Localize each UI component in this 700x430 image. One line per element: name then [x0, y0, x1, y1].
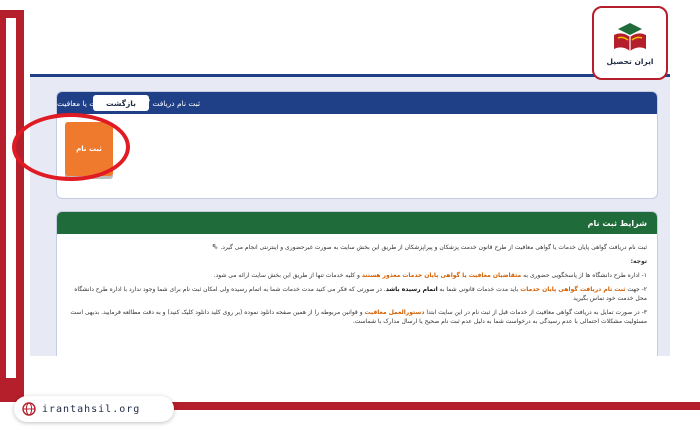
globe-icon: [22, 402, 36, 416]
book-logo-icon: [614, 22, 646, 51]
note-label: توجه:: [630, 258, 647, 265]
site-url-pill[interactable]: irantahsil.org: [14, 396, 174, 422]
condition-item-1: ۱- اداره طرح دانشگاه ها از پاسخگویی حضور…: [213, 272, 647, 279]
register-panel: ثبت نام دریافت گواهی پایان خدمات یا معاف…: [56, 91, 658, 199]
condition-item-3: ۳- در صورت تمایل به دریافت گواهی معافیت …: [70, 309, 647, 325]
screenshot-area: ثبت نام دریافت گواهی پایان خدمات یا معاف…: [30, 74, 670, 356]
conditions-body: ثبت نام دریافت گواهی پایان خدمات یا گواه…: [57, 234, 657, 326]
conditions-intro: ثبت نام دریافت گواهی پایان خدمات یا گواه…: [211, 242, 647, 251]
site-url-text: irantahsil.org: [42, 403, 141, 415]
conditions-panel: شرایط ثبت نام ثبت نام دریافت گواهی پایان…: [56, 211, 658, 356]
mouse-cursor-icon: ⇖: [211, 242, 219, 251]
condition-item-2-link[interactable]: ثبت نام دریافت گواهی پایان خدمات: [520, 286, 625, 293]
condition-item-2: ۲- جهت ثبت نام دریافت گواهی پایان خدمات …: [74, 286, 647, 302]
brand-logo-text: ایران تحصیل: [606, 56, 654, 66]
conditions-panel-header: شرایط ثبت نام: [57, 212, 657, 234]
condition-item-3-link[interactable]: دستورالعمل معافیت: [365, 309, 425, 316]
highlight-circle-annotation: [12, 113, 130, 181]
frame-left-stripe: [0, 10, 24, 402]
brand-logo-card: ایران تحصیل: [592, 6, 668, 80]
back-button[interactable]: بازگشت: [93, 95, 149, 111]
frame-bottom-line: [120, 402, 700, 410]
condition-item-2-bold: اتمام رسیده باشد: [385, 286, 438, 293]
conditions-panel-title: شرایط ثبت نام: [587, 218, 647, 228]
condition-item-1-link[interactable]: متقاضیان معافیت یا گواهی پایان خدمات معذ…: [362, 272, 521, 279]
